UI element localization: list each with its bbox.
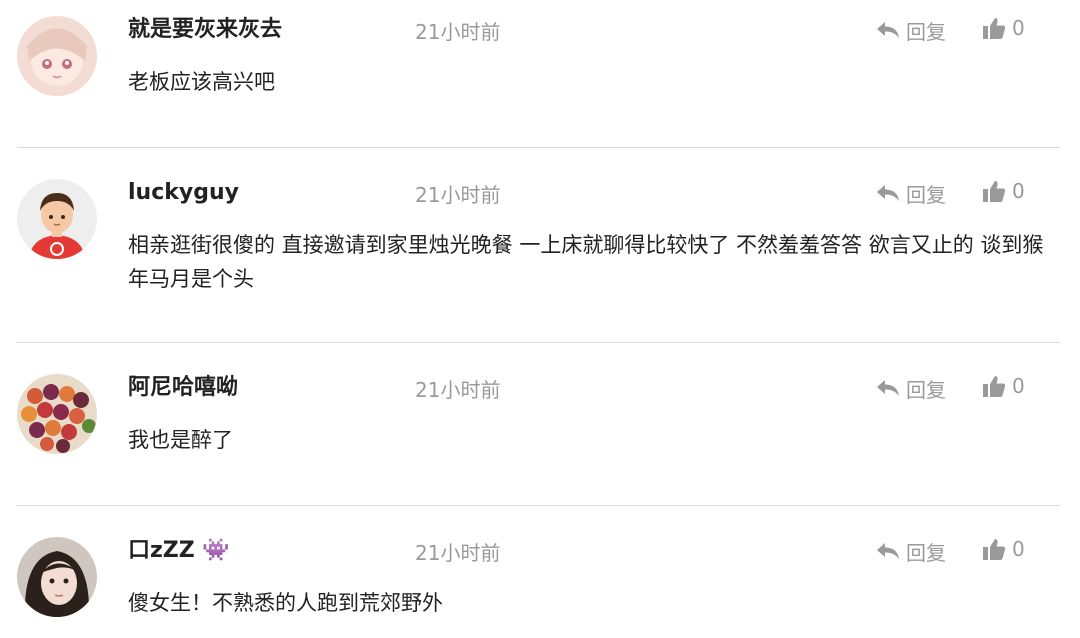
avatar-cartoon-boy-icon [17, 179, 97, 259]
comment-text: 相亲逛街很傻的 直接邀请到家里烛光晚餐 一上床就聊得比较快了 不然羞羞答答 欲言… [128, 233, 1044, 291]
timestamp: 21小时前 [415, 183, 501, 207]
timestamp: 21小时前 [415, 20, 501, 44]
avatar[interactable] [17, 537, 97, 617]
comment-text: 傻女生！不熟悉的人跑到荒郊野外 [128, 591, 443, 615]
reply-label: 回复 [906, 540, 946, 565]
reply-label: 回复 [906, 19, 946, 44]
comment-text: 老板应该高兴吧 [128, 70, 275, 94]
avatar[interactable] [17, 16, 97, 96]
reply-button[interactable]: 回复 [876, 537, 946, 565]
timestamp: 21小时前 [415, 378, 501, 402]
thumbs-up-icon [983, 18, 1006, 39]
username[interactable]: 口zZZ 👾 [128, 537, 230, 565]
avatar-fruit-photo-icon [17, 374, 97, 454]
reply-button[interactable]: 回复 [876, 374, 946, 402]
thumbs-up-icon [983, 181, 1006, 202]
timestamp: 21小时前 [415, 541, 501, 565]
divider [17, 505, 1060, 506]
avatar[interactable] [17, 179, 97, 259]
like-count: 0 [1012, 374, 1025, 398]
thumbs-up-icon [983, 376, 1006, 397]
reply-label: 回复 [906, 182, 946, 207]
like-button[interactable]: 0 [982, 14, 1025, 42]
divider [17, 147, 1060, 148]
like-button[interactable]: 0 [982, 177, 1025, 205]
reply-button[interactable]: 回复 [876, 16, 946, 44]
avatar-anime-girl-icon [17, 16, 97, 96]
reply-arrow-icon [877, 22, 899, 38]
like-button[interactable]: 0 [982, 535, 1025, 563]
like-button[interactable]: 0 [982, 372, 1025, 400]
avatar[interactable] [17, 374, 97, 454]
thumbs-up-icon [983, 539, 1006, 560]
divider [17, 342, 1060, 343]
reply-arrow-icon [877, 380, 899, 396]
comment-text: 我也是醉了 [128, 428, 233, 452]
avatar-girl-photo-icon [17, 537, 97, 617]
username[interactable]: 阿尼哈嘻呦 [128, 374, 238, 402]
like-count: 0 [1012, 16, 1025, 40]
like-count: 0 [1012, 179, 1025, 203]
reply-button[interactable]: 回复 [876, 179, 946, 207]
like-count: 0 [1012, 537, 1025, 561]
username[interactable]: luckyguy [128, 179, 239, 207]
username[interactable]: 就是要灰来灰去 [128, 16, 282, 44]
reply-label: 回复 [906, 377, 946, 402]
reply-arrow-icon [877, 185, 899, 201]
reply-arrow-icon [877, 543, 899, 559]
